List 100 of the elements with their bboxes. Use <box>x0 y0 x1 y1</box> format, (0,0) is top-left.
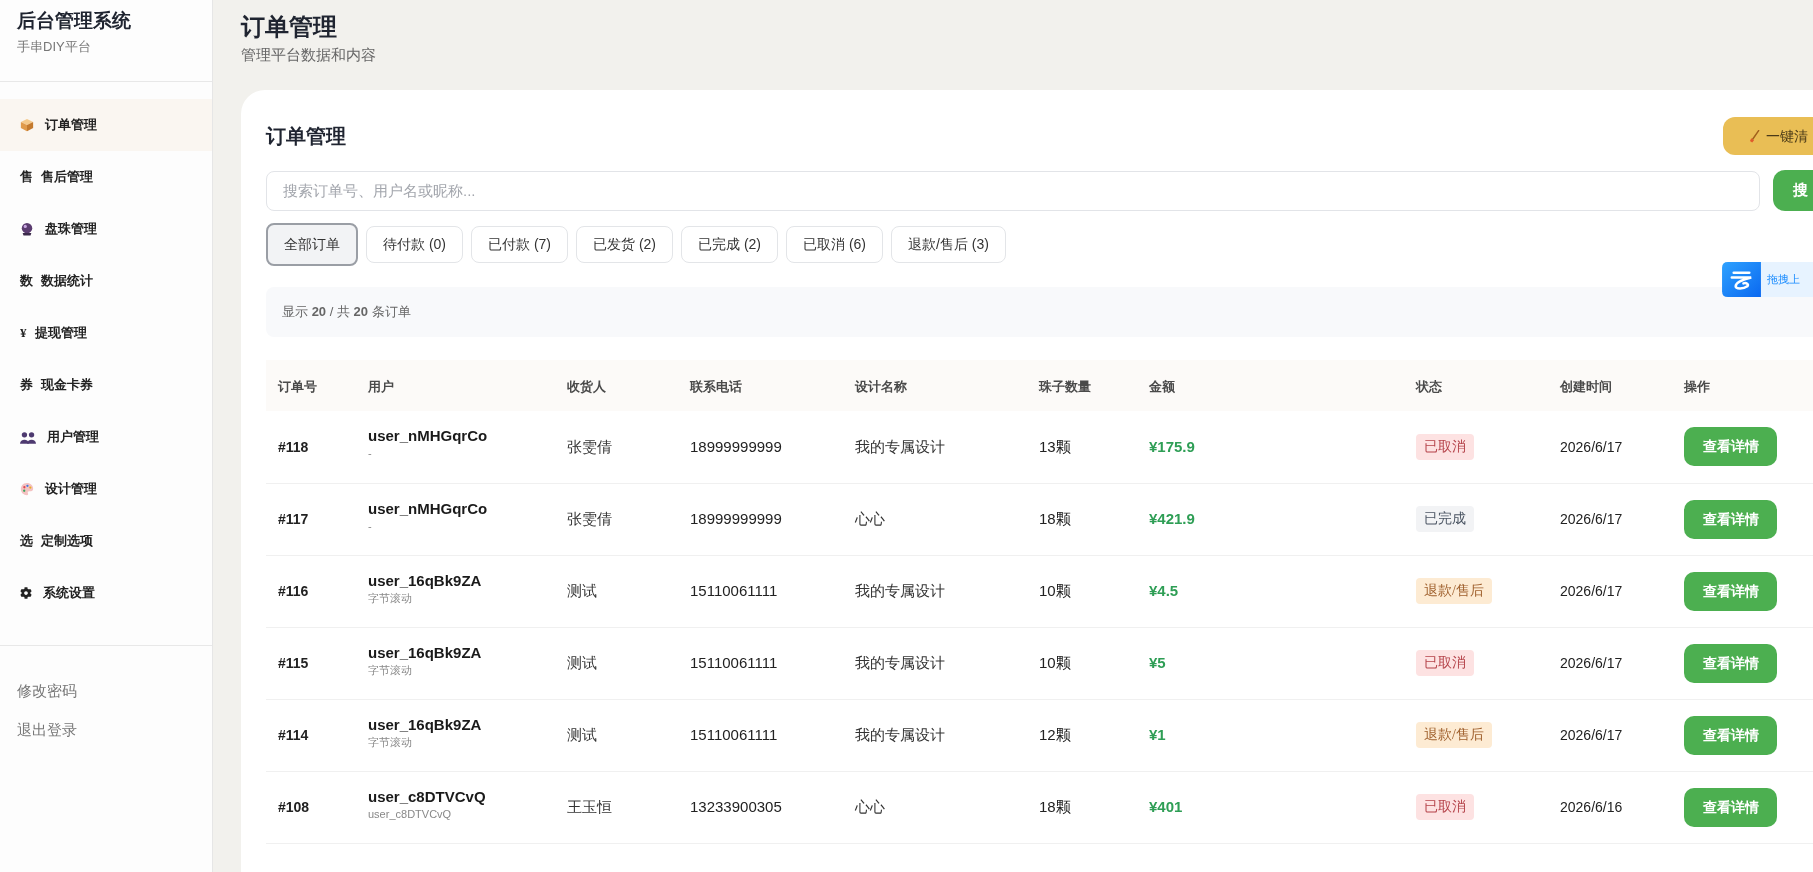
column-header: 珠子数量 <box>1039 378 1091 394</box>
filter-tab[interactable]: 已完成 (2) <box>681 226 778 263</box>
order-number: #115 <box>278 655 309 671</box>
bead-count: 10颗 <box>1039 654 1071 671</box>
filter-tab[interactable]: 退款/售后 (3) <box>891 226 1006 263</box>
users-icon <box>20 430 36 444</box>
receiver-name: 张雯倩 <box>567 511 612 527</box>
order-number: #117 <box>278 511 309 527</box>
design-name: 我的专属设计 <box>855 438 945 455</box>
created-date: 2026/6/17 <box>1560 727 1623 743</box>
sidebar-link[interactable]: 修改密码 <box>17 680 77 702</box>
status-badge: 已取消 <box>1416 433 1474 460</box>
crystal-ball-icon <box>20 222 34 236</box>
bead-count: 12颗 <box>1039 726 1071 743</box>
column-header: 操作 <box>1684 378 1710 394</box>
amount: ¥4.5 <box>1149 582 1179 599</box>
user-name: user_16qBk9ZA <box>368 642 482 663</box>
column-header: 订单号 <box>278 378 317 394</box>
nav-item[interactable]: 选 定制选项 <box>0 515 212 567</box>
status-badge: 已取消 <box>1416 794 1474 820</box>
design-name: 我的专属设计 <box>855 655 945 671</box>
receiver-name: 张雯倩 <box>567 438 612 455</box>
design-name: 我的专属设计 <box>855 583 945 599</box>
bead-count: 10颗 <box>1039 582 1071 599</box>
user-name: user_16qBk9ZA <box>368 714 482 735</box>
sidebar-subtitle: 手串DIY平台 <box>17 38 92 56</box>
glyph-icon: ¥ <box>20 323 27 343</box>
cleanup-button[interactable]: 一键清 <box>1723 117 1813 155</box>
column-header: 状态 <box>1416 378 1442 394</box>
broom-icon <box>1749 129 1760 143</box>
receiver-name: 测试 <box>567 727 597 743</box>
search-field[interactable]: 搜索订单号、用户名或昵称... <box>266 170 1760 211</box>
created-date: 2026/6/17 <box>1560 511 1623 527</box>
created-date: 2026/6/17 <box>1560 438 1623 455</box>
status-badge: 已完成 <box>1416 506 1474 532</box>
column-header: 金额 <box>1149 378 1175 394</box>
amount: ¥175.9 <box>1149 437 1195 455</box>
column-header: 收货人 <box>567 378 606 394</box>
column-header: 创建时间 <box>1560 378 1612 394</box>
settings-icon <box>20 587 32 599</box>
user-name: user_16qBk9ZA <box>368 570 482 591</box>
column-header: 联系电话 <box>690 378 742 394</box>
nav-item[interactable]: 售 售后管理 <box>0 151 212 203</box>
status-badge: 已取消 <box>1416 650 1474 676</box>
user-name: user_c8DTVCvQ <box>368 786 486 807</box>
nav-item[interactable]: 设计管理 <box>0 463 212 515</box>
column-header: 用户 <box>368 378 394 394</box>
glyph-icon: 数 <box>20 271 33 291</box>
page-subtitle: 管理平台数据和内容 <box>241 45 377 65</box>
user-nickname: 字节滚动 <box>368 662 412 678</box>
user-name: user_nMHGqrCo <box>368 498 488 519</box>
nav-item[interactable]: 用户管理 <box>0 411 212 463</box>
design-name: 我的专属设计 <box>855 727 945 743</box>
nav-item[interactable]: 数 数据统计 <box>0 255 212 307</box>
nav-item[interactable]: 券 现金卡券 <box>0 359 212 411</box>
user-nickname: - <box>368 518 372 534</box>
created-date: 2026/6/17 <box>1560 583 1623 599</box>
phone-number: 15110061111 <box>690 726 778 743</box>
user-nickname: - <box>368 446 372 462</box>
panel-title: 订单管理 <box>266 124 346 149</box>
amount: ¥5 <box>1149 654 1166 671</box>
glyph-icon: 券 <box>20 375 33 395</box>
page-title: 订单管理 <box>241 13 338 42</box>
order-number: #118 <box>278 438 309 455</box>
nav-item[interactable]: 系统设置 <box>0 567 212 619</box>
created-date: 2026/6/16 <box>1560 799 1623 815</box>
phone-number: 15110061111 <box>690 654 778 671</box>
bead-count: 13颗 <box>1039 437 1071 455</box>
box-icon <box>20 118 34 132</box>
amount: ¥1 <box>1149 726 1166 743</box>
amount: ¥421.9 <box>1149 510 1195 527</box>
filter-tab[interactable]: 全部订单 <box>266 223 358 266</box>
glyph-icon: 选 <box>20 531 33 551</box>
design-name: 心心 <box>855 799 885 815</box>
filter-tab[interactable]: 已付款 (7) <box>471 226 568 263</box>
order-number: #108 <box>278 799 310 815</box>
receiver-name: 测试 <box>567 655 597 671</box>
summary-text: 显示 20 / 共 20 条订单 <box>282 303 411 322</box>
bead-count: 18颗 <box>1039 798 1071 815</box>
order-number: #116 <box>278 583 309 599</box>
user-nickname: 字节滚动 <box>368 590 412 606</box>
glyph-icon: 售 <box>20 167 33 187</box>
bead-count: 18颗 <box>1039 510 1071 527</box>
sidebar-title: 后台管理系统 <box>17 9 132 33</box>
filter-tab[interactable]: 待付款 (0) <box>366 226 463 263</box>
nav-item[interactable]: ¥ 提现管理 <box>0 307 212 359</box>
nav-item[interactable]: 订单管理 <box>0 99 212 151</box>
phone-number: 13233900305 <box>690 798 782 815</box>
created-date: 2026/6/17 <box>1560 655 1623 671</box>
filter-tab[interactable]: 已取消 (6) <box>786 226 883 263</box>
phone-number: 18999999999 <box>690 437 782 455</box>
user-name: user_nMHGqrCo <box>368 426 488 447</box>
sidebar-link[interactable]: 退出登录 <box>17 719 77 741</box>
phone-number: 15110061111 <box>690 582 778 599</box>
status-badge: 退款/售后 <box>1416 722 1492 748</box>
design-name: 心心 <box>855 511 885 527</box>
phone-number: 18999999999 <box>690 510 782 527</box>
column-header: 设计名称 <box>855 378 907 394</box>
filter-tab[interactable]: 已发货 (2) <box>576 226 673 263</box>
nav-item[interactable]: 盘珠管理 <box>0 203 212 255</box>
